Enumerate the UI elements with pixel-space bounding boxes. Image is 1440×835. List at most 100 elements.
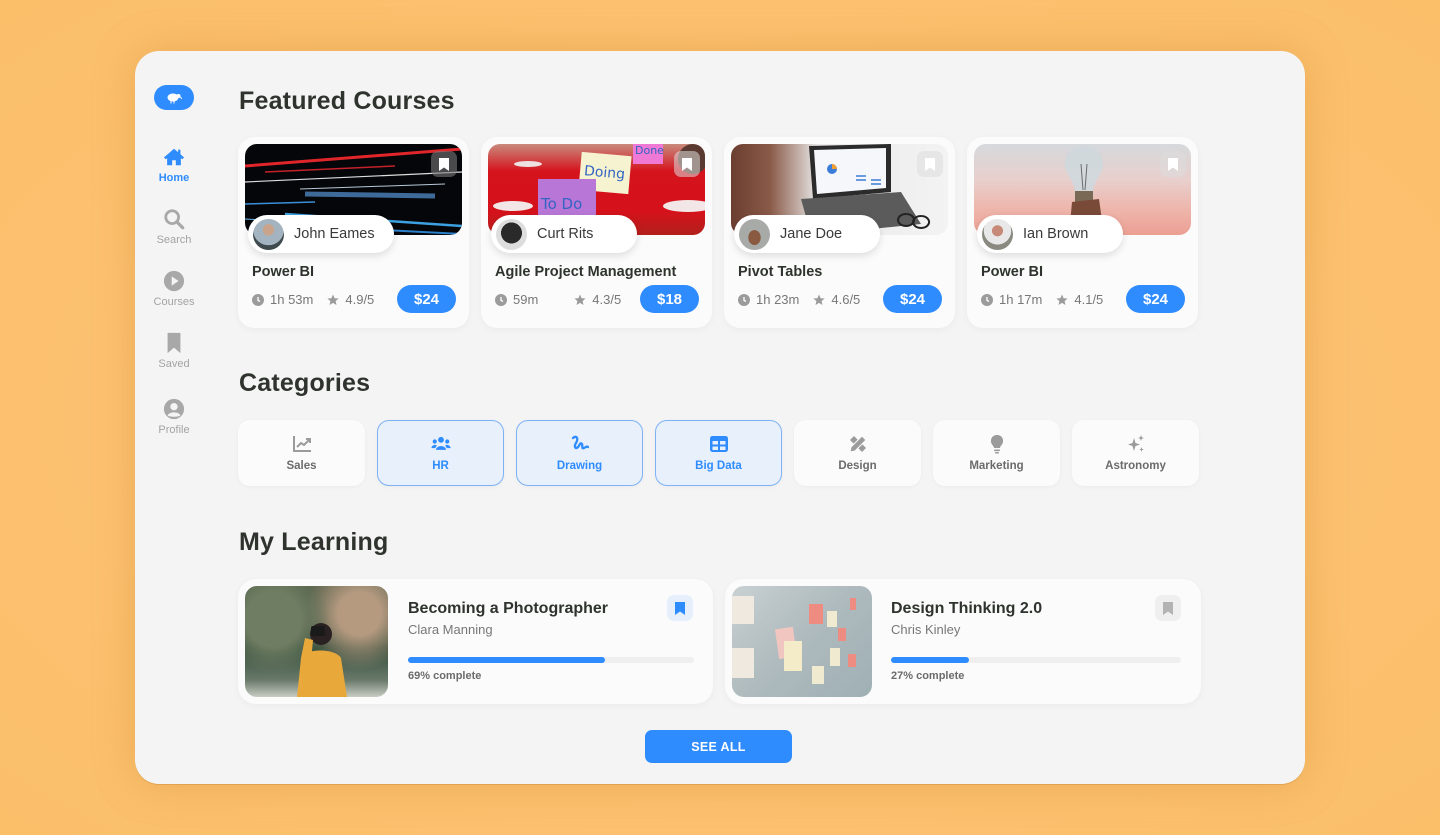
signature-icon <box>571 435 589 450</box>
bookmark-button[interactable] <box>431 151 457 177</box>
course-duration: 1h 23m <box>756 292 800 307</box>
see-all-button[interactable]: SEE ALL <box>645 730 792 763</box>
author-name: Ian Brown <box>1023 226 1089 242</box>
avatar <box>253 218 284 250</box>
chart-line-icon <box>292 436 311 452</box>
bookmark-button[interactable] <box>667 595 693 621</box>
bookmark-button[interactable] <box>917 151 943 177</box>
my-learning-list: Becoming a Photographer Clara Manning 69… <box>238 579 1201 704</box>
kiwi-bird-icon <box>167 93 182 103</box>
bookmark-icon <box>1163 601 1173 615</box>
author-chip: Jane Doe <box>734 215 880 253</box>
star-icon <box>813 294 825 305</box>
bookmark-icon <box>675 601 685 615</box>
sidebar-item-label: Home <box>158 172 190 184</box>
bookmark-button[interactable] <box>1155 595 1181 621</box>
course-card[interactable]: John Eames Power BI 1h 53m 4.9/5 $24 <box>238 137 469 328</box>
star-icon <box>574 294 586 305</box>
progress-fill <box>408 657 606 663</box>
category-drawing[interactable]: Drawing <box>516 420 643 486</box>
course-duration: 1h 53m <box>270 292 314 307</box>
progress-bar <box>408 657 694 663</box>
course-card[interactable]: Ian Brown Power BI 1h 17m 4.1/5 $24 <box>967 137 1198 328</box>
sidebar-item-courses[interactable]: Courses <box>135 270 213 332</box>
category-big-data[interactable]: Big Data <box>655 420 782 486</box>
progress-label: 27% complete <box>891 670 965 682</box>
star-icon <box>327 294 339 305</box>
course-thumbnail <box>245 586 388 697</box>
sidebar-item-saved[interactable]: Saved <box>135 332 213 398</box>
progress-fill <box>891 657 970 663</box>
author-chip: John Eames <box>248 215 394 253</box>
bookmark-icon <box>925 157 935 171</box>
course-meta: 1h 17m 4.1/5 <box>981 292 1103 307</box>
bookmark-icon <box>167 332 181 354</box>
course-title: Agile Project Management <box>495 264 677 280</box>
progress-bar <box>891 657 1181 663</box>
user-circle-icon <box>163 398 185 420</box>
pencil-ruler-icon <box>848 435 867 453</box>
clock-icon <box>252 293 264 306</box>
image-text-todo: To Do <box>540 195 582 213</box>
course-rating: 4.1/5 <box>1074 292 1104 307</box>
bookmark-icon <box>439 157 449 171</box>
course-card[interactable]: Done Doing To Do Curt Rits Agile Project… <box>481 137 712 328</box>
search-icon <box>164 209 185 230</box>
image-text-done: Done <box>635 144 664 157</box>
avatar <box>982 218 1013 250</box>
learning-instructor: Chris Kinley <box>891 622 961 637</box>
price-button[interactable]: $18 <box>640 285 699 313</box>
sidebar-item-profile[interactable]: Profile <box>135 398 213 460</box>
price-button[interactable]: $24 <box>883 285 942 313</box>
learning-card[interactable]: Becoming a Photographer Clara Manning 69… <box>238 579 713 704</box>
app-logo[interactable] <box>154 85 194 110</box>
course-rating: 4.3/5 <box>592 292 622 307</box>
category-design[interactable]: Design <box>794 420 921 486</box>
sidebar-item-home[interactable]: Home <box>135 146 213 208</box>
course-meta: 1h 53m 4.9/5 <box>252 292 374 307</box>
sidebar-item-label: Courses <box>153 296 195 308</box>
featured-courses-list: John Eames Power BI 1h 53m 4.9/5 $24 Don… <box>238 137 1198 328</box>
learning-instructor: Clara Manning <box>408 622 493 637</box>
category-hr[interactable]: HR <box>377 420 504 486</box>
app-panel: Home Search Courses Saved Profile Featur… <box>135 51 1305 784</box>
bookmark-icon <box>1168 157 1178 171</box>
category-sales[interactable]: Sales <box>238 420 365 486</box>
star-icon <box>1056 294 1068 305</box>
clock-icon <box>495 293 507 306</box>
bookmark-icon <box>682 157 692 171</box>
sparkles-icon <box>1127 435 1144 452</box>
my-learning-heading: My Learning <box>239 528 389 556</box>
lightbulb-icon <box>990 435 1003 454</box>
author-name: Curt Rits <box>537 226 594 242</box>
author-chip: Curt Rits <box>491 215 637 253</box>
category-astronomy[interactable]: Astronomy <box>1072 420 1199 486</box>
sidebar-item-search[interactable]: Search <box>135 208 213 270</box>
author-name: John Eames <box>294 226 375 242</box>
price-button[interactable]: $24 <box>397 285 456 313</box>
clock-icon <box>981 293 993 306</box>
categories-heading: Categories <box>239 369 371 397</box>
table-icon <box>709 436 728 452</box>
course-thumbnail <box>732 586 872 697</box>
category-marketing[interactable]: Marketing <box>933 420 1060 486</box>
learning-title: Design Thinking 2.0 <box>891 600 1043 617</box>
sidebar-item-label: Profile <box>158 424 190 436</box>
category-label: Drawing <box>556 460 603 472</box>
course-rating: 4.6/5 <box>831 292 861 307</box>
users-icon <box>430 436 451 450</box>
course-meta: 1h 23m 4.6/5 <box>738 292 860 307</box>
sidebar-item-label: Search <box>156 234 192 246</box>
course-title: Power BI <box>981 264 1044 280</box>
course-rating: 4.9/5 <box>345 292 375 307</box>
bookmark-button[interactable] <box>1160 151 1186 177</box>
course-title: Pivot Tables <box>738 264 823 280</box>
category-label: Sales <box>286 460 317 472</box>
course-card[interactable]: Jane Doe Pivot Tables 1h 23m 4.6/5 $24 <box>724 137 955 328</box>
price-button[interactable]: $24 <box>1126 285 1185 313</box>
sidebar-item-label: Saved <box>158 358 190 370</box>
learning-title: Becoming a Photographer <box>408 600 609 617</box>
bookmark-button[interactable] <box>674 151 700 177</box>
learning-card[interactable]: Design Thinking 2.0 Chris Kinley 27% com… <box>725 579 1201 704</box>
category-label: Design <box>838 460 877 472</box>
